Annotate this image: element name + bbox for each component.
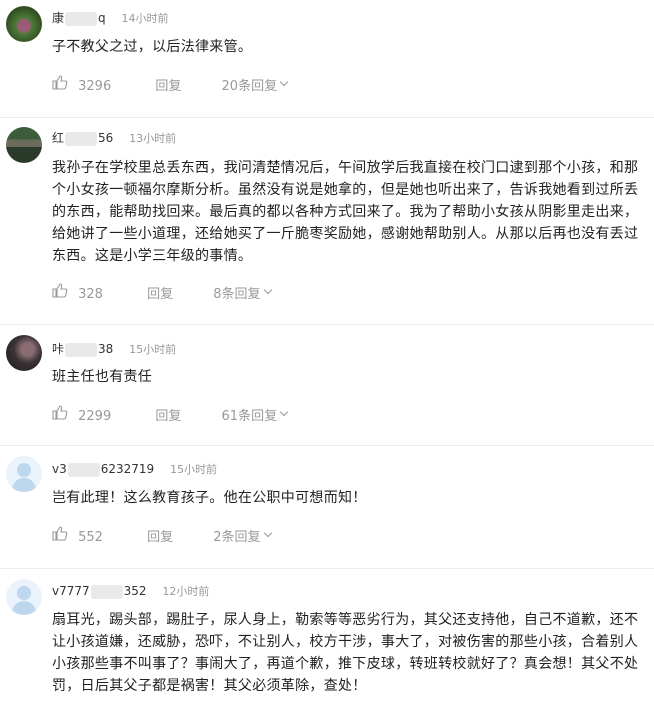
reply-button[interactable]: 回复 <box>155 405 181 424</box>
username[interactable]: v3 6232719 <box>52 462 154 477</box>
username[interactable]: 红 56 <box>52 131 113 146</box>
username[interactable]: v7777 352 <box>52 584 147 599</box>
view-replies-button[interactable]: 61条回复 <box>221 405 289 424</box>
comment-item: v3 6232719 15小时前 岂有此理！这么教育孩子。他在公职中可想而知！ 5… <box>0 446 654 569</box>
like-button[interactable]: 552 <box>52 526 103 545</box>
comment-item: v7777 352 12小时前 扇耳光，踢头部，踢肚子，尿人身上，勒索等等恶劣行为… <box>0 569 654 702</box>
comment-actions: 328 回复 8条回复 <box>52 283 272 302</box>
chevron-down-icon <box>279 77 289 87</box>
reply-button[interactable]: 回复 <box>147 283 173 302</box>
like-count: 328 <box>78 287 103 302</box>
view-replies-label: 20条回复 <box>221 79 278 94</box>
reply-button[interactable]: 回复 <box>147 526 173 545</box>
username[interactable]: 咔 38 <box>52 342 113 357</box>
comment-item: 咔 38 15小时前 班主任也有责任 2299 回复 61条回复 <box>0 325 654 446</box>
comment-text: 扇耳光，踢头部，踢肚子，尿人身上，勒索等等恶劣行为，其父还支持他，自己不道歉，还… <box>52 612 639 694</box>
thumbs-up-icon <box>52 526 68 541</box>
avatar[interactable] <box>6 335 42 371</box>
chevron-down-icon <box>263 528 272 538</box>
timestamp: 14小时前 <box>121 12 169 25</box>
like-button[interactable]: 3296 <box>52 75 111 94</box>
comment-item: 康q 14小时前 子不教父之过，以后法律来管。 3296 回复 20条回复 <box>0 0 654 118</box>
like-count: 3296 <box>78 79 112 94</box>
redacted-mask <box>65 11 98 26</box>
avatar[interactable] <box>6 6 42 42</box>
timestamp: 12小时前 <box>162 585 210 598</box>
thumbs-up-icon <box>52 405 68 420</box>
chevron-down-icon <box>263 285 272 295</box>
thumbs-up-icon <box>52 283 68 298</box>
comment-meta: v7777 352 12小时前 <box>52 583 209 599</box>
timestamp: 13小时前 <box>129 132 177 145</box>
comment-meta: v3 6232719 15小时前 <box>52 461 217 477</box>
chevron-down-icon <box>279 407 289 417</box>
redacted-mask <box>90 584 123 599</box>
username[interactable]: 康q <box>52 11 106 26</box>
reply-button[interactable]: 回复 <box>155 75 181 94</box>
comment-text: 班主任也有责任 <box>52 369 153 385</box>
avatar[interactable] <box>6 127 42 163</box>
view-replies-button[interactable]: 20条回复 <box>221 75 289 94</box>
comment-meta: 康q 14小时前 <box>52 9 168 26</box>
comment-text: 子不教父之过，以后法律来管。 <box>52 39 253 55</box>
view-replies-label: 2条回复 <box>213 530 261 545</box>
comment-meta: 咔 38 15小时前 <box>52 340 176 357</box>
avatar[interactable] <box>6 579 42 615</box>
comment-meta: 红 56 13小时前 <box>52 129 176 146</box>
redacted-mask <box>65 131 98 146</box>
view-replies-label: 8条回复 <box>213 287 261 302</box>
view-replies-button[interactable]: 8条回复 <box>213 283 272 302</box>
thumbs-up-icon <box>52 75 68 90</box>
comment-actions: 3296 回复 20条回复 <box>52 75 289 94</box>
redacted-mask <box>67 462 100 477</box>
redacted-mask <box>65 342 98 357</box>
like-count: 2299 <box>78 409 112 424</box>
timestamp: 15小时前 <box>129 343 177 356</box>
like-button[interactable]: 328 <box>52 283 103 302</box>
like-button[interactable]: 2299 <box>52 405 111 424</box>
view-replies-button[interactable]: 2条回复 <box>213 526 272 545</box>
avatar[interactable] <box>6 456 42 492</box>
comment-actions: 552 回复 2条回复 <box>52 526 272 545</box>
comment-actions: 2299 回复 61条回复 <box>52 405 289 424</box>
comment-text: 我孙子在学校里总丢东西，我问清楚情况后，午间放学后我直接在校门口逮到那个小孩，和… <box>52 160 639 264</box>
like-count: 552 <box>78 530 103 545</box>
comment-item: 红 56 13小时前 我孙子在学校里总丢东西，我问清楚情况后，午间放学后我直接在校… <box>0 118 654 325</box>
comment-text: 岂有此理！这么教育孩子。他在公职中可想而知！ <box>52 490 367 506</box>
view-replies-label: 61条回复 <box>221 409 278 424</box>
timestamp: 15小时前 <box>170 463 218 476</box>
